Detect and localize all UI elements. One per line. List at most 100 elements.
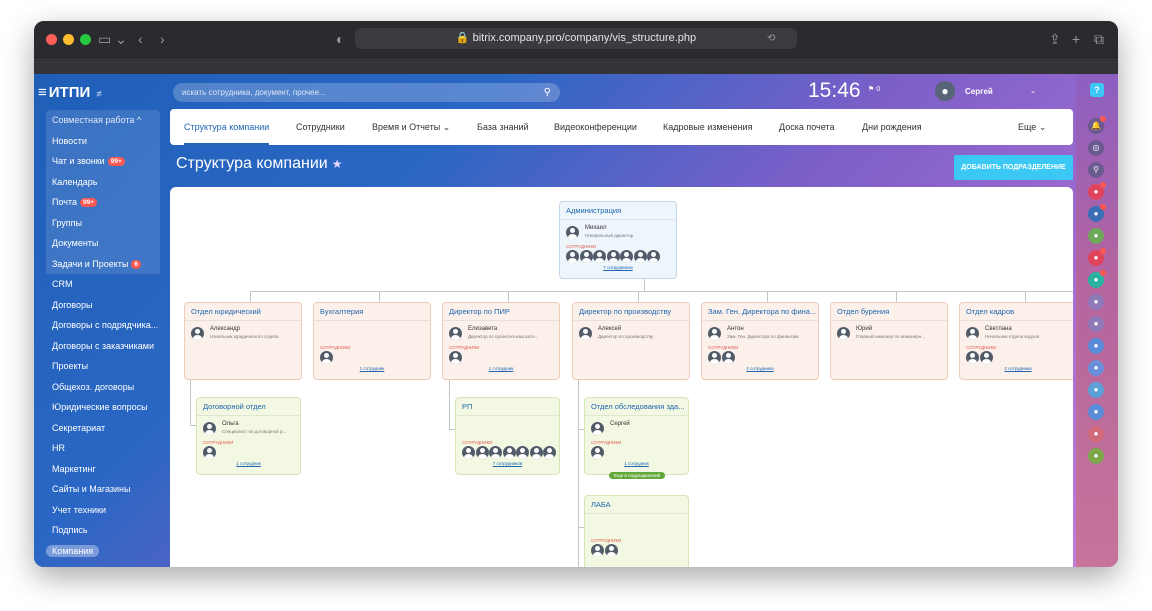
search-icon[interactable]: ⚲ <box>544 83 551 102</box>
employees-link[interactable]: 2 сотрудника <box>702 365 818 373</box>
back-button[interactable]: ‹ <box>138 30 143 48</box>
avatar[interactable] <box>721 351 735 364</box>
timeline-icon[interactable]: ◎ <box>1088 140 1104 156</box>
new-tab-icon[interactable]: + <box>1072 30 1080 48</box>
privacy-shield-icon[interactable]: ◐ <box>336 30 344 48</box>
tab[interactable]: База знаний <box>477 109 529 145</box>
sidebar-toggle-icon[interactable]: ▭ ⌄ <box>98 30 127 48</box>
department-title[interactable]: Бухгалтерия <box>314 303 430 321</box>
menu-item[interactable]: Группы <box>46 212 160 233</box>
menu-item[interactable]: CRM <box>46 274 160 295</box>
employees-link[interactable]: 7 сотрудников <box>560 264 676 272</box>
menu-item[interactable]: Сайты и Магазины <box>46 479 160 500</box>
avatar[interactable] <box>606 250 620 263</box>
department-card[interactable]: Директор по производству Алексей Директор … <box>572 302 690 380</box>
maximize-window-button[interactable] <box>80 34 91 45</box>
bell-icon[interactable]: 🔔 <box>1088 116 1106 134</box>
search-input[interactable]: искать сотрудника, документ, прочее... ⚲ <box>173 83 560 102</box>
share-icon[interactable]: ⇪ <box>1049 30 1061 48</box>
department-card[interactable]: Администрация Михаил Генеральный директор С… <box>559 201 677 279</box>
department-head[interactable]: Антон Зам. Ген. Директора по финансам <box>702 325 818 345</box>
department-title[interactable]: Отдел обследования зда... <box>585 398 688 416</box>
department-title[interactable]: Отдел юридический <box>185 303 301 321</box>
department-title[interactable]: Отдел бурения <box>831 303 947 321</box>
address-bar[interactable]: 🔒 bitrix.company.pro/company/vis_structu… <box>355 28 797 49</box>
department-card[interactable]: Директор по ПИР Елизавета Директор по прое… <box>442 302 560 380</box>
tab[interactable]: Дни рождения <box>862 109 922 145</box>
avatar[interactable] <box>620 250 633 263</box>
employees-link[interactable]: 2 сотрудника <box>960 365 1073 373</box>
avatar[interactable] <box>591 544 604 557</box>
employees-link[interactable]: 1 сотрудник <box>197 460 300 468</box>
department-head[interactable]: Светлана Начальник отдела кадров <box>960 325 1073 345</box>
employees-link[interactable]: 1 сотрудник <box>585 460 688 468</box>
more-departments-badge[interactable]: Еще 6 подразделений <box>609 472 666 479</box>
tab[interactable]: Время и Отчеты ⌄ <box>372 109 450 145</box>
user-name[interactable]: Сергей <box>965 87 993 96</box>
tab[interactable]: Видеоконференции <box>554 109 637 145</box>
department-card[interactable]: ЛАБА СОТРУДНИКИ <box>584 495 689 567</box>
menu-item[interactable]: Почта 99+ <box>46 192 160 213</box>
department-title[interactable]: Директор по производству <box>573 303 689 321</box>
avatar[interactable] <box>516 446 529 459</box>
forward-button[interactable]: › <box>160 30 165 48</box>
pin-icon[interactable]: ≠ <box>96 89 102 100</box>
avatar[interactable] <box>449 351 462 364</box>
menu-item[interactable]: Чат и звонки 99+ <box>46 151 160 172</box>
avatar[interactable] <box>633 250 647 263</box>
org-chart-canvas[interactable]: Администрация Михаил Генеральный директор С… <box>170 187 1073 567</box>
avatar[interactable] <box>529 446 543 459</box>
avatar[interactable] <box>566 250 579 263</box>
menu-item[interactable]: Договоры с заказчиками <box>46 336 160 357</box>
department-head[interactable]: Ольга Специалист по договорной р... <box>197 420 300 440</box>
avatar[interactable] <box>475 446 489 459</box>
department-title[interactable]: РП <box>456 398 559 416</box>
department-title[interactable]: Зам. Ген. Директора по фина... <box>702 303 818 321</box>
department-head[interactable]: Михаил Генеральный директор <box>560 224 676 244</box>
tab[interactable]: Доска почета <box>779 109 834 145</box>
avatar[interactable] <box>966 351 979 364</box>
department-card[interactable]: Бухгалтерия СОТРУДНИКИ 1 сотрудник <box>313 302 431 380</box>
close-window-button[interactable] <box>46 34 57 45</box>
department-card[interactable]: Отдел кадров Светлана Начальник отдела кад… <box>959 302 1073 380</box>
menu-item[interactable]: Общехоз. договоры <box>46 377 160 398</box>
menu-item[interactable]: Задачи и Проекты 6 <box>46 253 160 274</box>
menu-item[interactable]: Маркетинг <box>46 459 160 480</box>
menu-item[interactable]: Новости <box>46 130 160 151</box>
search-icon[interactable]: ⚲ <box>1088 162 1104 178</box>
department-head[interactable]: Александр Начальник юридического отдела <box>185 325 301 345</box>
add-department-button[interactable]: ДОБАВИТЬ ПОДРАЗДЕЛЕНИЕ <box>954 155 1073 180</box>
avatar[interactable] <box>593 250 606 263</box>
department-card[interactable]: Отдел юридический Александр Начальник юрид… <box>184 302 302 380</box>
department-card[interactable]: Зам. Ген. Директора по фина... Антон Зам. … <box>701 302 819 380</box>
department-card[interactable]: РП СОТРУДНИКИ 7 сотрудников <box>455 397 560 475</box>
tab[interactable]: Еще ⌄ <box>1018 109 1046 145</box>
star-icon[interactable]: ★ <box>332 157 343 171</box>
menu-item[interactable]: Договоры с подрядчика... <box>46 315 160 336</box>
avatar[interactable] <box>591 446 604 459</box>
flag-counter[interactable]: ⚑ 0 <box>868 85 880 93</box>
department-title[interactable]: Договорной отдел <box>197 398 300 416</box>
tab-overview-icon[interactable]: ⧉ <box>1094 30 1104 48</box>
clock[interactable]: 15:46 <box>808 79 861 103</box>
contact-avatar[interactable]: ● <box>1088 316 1104 332</box>
contact-avatar[interactable]: ● <box>1088 448 1104 464</box>
avatar[interactable] <box>462 446 475 459</box>
menu-item[interactable]: Подпись <box>46 520 160 541</box>
avatar[interactable] <box>708 351 721 364</box>
menu-item[interactable]: Юридические вопросы <box>46 397 160 418</box>
contact-avatar[interactable]: ● <box>1088 338 1104 354</box>
department-head[interactable]: Сергей <box>585 420 688 440</box>
employees-link[interactable]: 7 сотрудников <box>456 460 559 468</box>
contact-avatar[interactable]: ● <box>1088 426 1104 442</box>
employees-link[interactable]: 1 сотрудник <box>314 365 430 373</box>
department-card[interactable]: Отдел бурения Юрий Главный инженер по инже… <box>830 302 948 380</box>
menu-item[interactable]: Проекты <box>46 356 160 377</box>
help-icon[interactable]: ? <box>1090 83 1104 97</box>
menu-item[interactable]: Календарь <box>46 171 160 192</box>
menu-item[interactable]: Компания <box>46 541 160 562</box>
department-card[interactable]: Отдел обследования зда... Сергей СОТРУДНИК… <box>584 397 689 479</box>
chevron-down-icon[interactable]: ⌄ <box>1030 87 1036 95</box>
department-head[interactable]: Елизавета Директор по проектно-изыскате..… <box>443 325 559 345</box>
logo[interactable]: ≡ ИТПИ ≠ <box>38 84 102 101</box>
